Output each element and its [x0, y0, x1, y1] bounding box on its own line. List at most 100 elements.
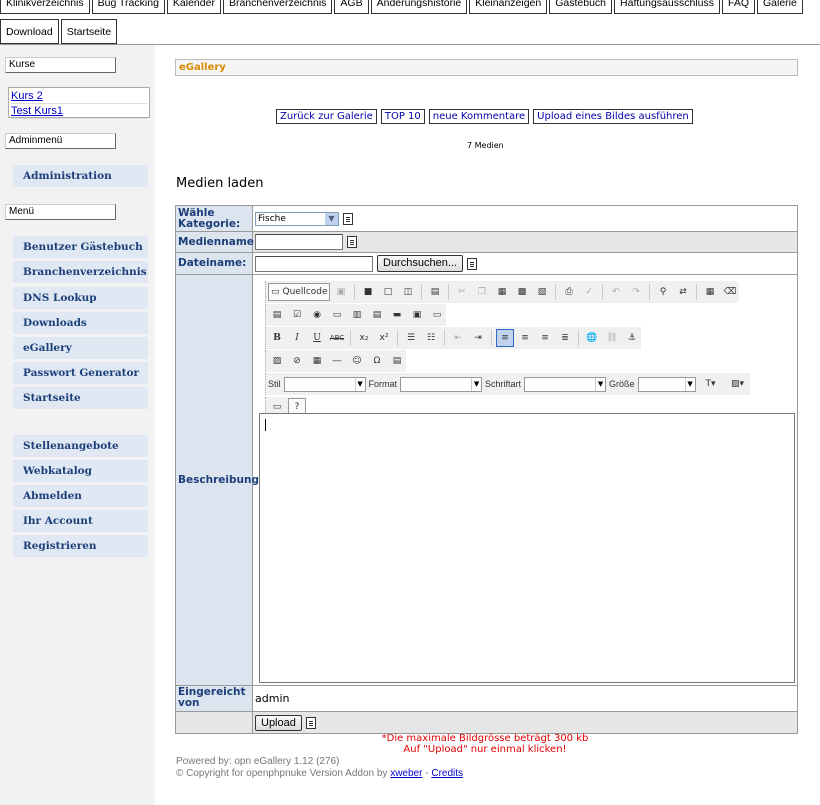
form-icon[interactable]: ▤ — [268, 306, 286, 324]
outdent-icon[interactable]: ⇤ — [449, 329, 467, 347]
italic-icon[interactable]: I — [288, 329, 306, 347]
templates-icon[interactable]: ▤ — [426, 283, 444, 301]
page-break-icon[interactable]: ▤ — [388, 352, 406, 370]
sidebar-item-benutzer-gaestebuch[interactable]: Benutzer Gästebuch — [13, 236, 148, 258]
button-field-icon[interactable]: ▬ — [388, 306, 406, 324]
style-select[interactable]: ▼ — [283, 376, 366, 392]
paste-icon[interactable]: ▦ — [493, 283, 511, 301]
print-icon[interactable]: ⎙ — [560, 283, 578, 301]
indent-icon[interactable]: ⇥ — [469, 329, 487, 347]
sidebar-item-abmelden[interactable]: Abmelden — [13, 485, 148, 507]
hidden-field-icon[interactable]: ▭ — [428, 306, 446, 324]
text-color-icon[interactable]: T▾ — [699, 375, 723, 393]
help-document-icon[interactable] — [347, 236, 357, 248]
tab-agb[interactable]: AGB — [334, 0, 369, 14]
link-icon[interactable]: 🌐 — [583, 329, 601, 347]
tab-startseite[interactable]: Startseite — [60, 19, 118, 44]
cut-icon[interactable]: ✂ — [453, 283, 471, 301]
tab-aenderungshistorie[interactable]: Änderungshistorie — [370, 0, 468, 14]
strikethrough-icon[interactable]: ABC — [328, 329, 346, 347]
sidebar-item-administration[interactable]: Administration — [13, 165, 148, 187]
tab-kalender[interactable]: Kalender — [166, 0, 221, 14]
tab-kleinanzeigen[interactable]: Kleinanzeigen — [469, 0, 548, 14]
select-all-icon[interactable]: ▦ — [701, 283, 719, 301]
horizontal-rule-icon[interactable]: ― — [328, 352, 346, 370]
redo-icon[interactable]: ↷ — [627, 283, 645, 301]
kurs-link[interactable]: Test Kurs1 — [11, 104, 147, 119]
align-justify-icon[interactable]: ≣ — [556, 329, 574, 347]
sidebar-item-downloads[interactable]: Downloads — [13, 312, 148, 334]
align-right-icon[interactable]: ≡ — [536, 329, 554, 347]
new-comments-button[interactable]: neue Kommentare — [428, 109, 530, 124]
table-icon[interactable]: ▦ — [308, 352, 326, 370]
subscript-icon[interactable]: x₂ — [355, 329, 373, 347]
flash-icon[interactable]: ⊘ — [288, 352, 306, 370]
paste-word-icon[interactable]: ▧ — [533, 283, 551, 301]
align-left-icon[interactable]: ≡ — [496, 329, 514, 347]
tab-bug-tracking[interactable]: Bug Tracking — [91, 0, 165, 14]
radio-icon[interactable]: ◉ — [308, 306, 326, 324]
checkbox-icon[interactable]: ☑ — [288, 306, 306, 324]
underline-icon[interactable]: U — [308, 329, 326, 347]
replace-icon[interactable]: ⇄ — [674, 283, 692, 301]
align-center-icon[interactable]: ≡ — [516, 329, 534, 347]
editor-content-area[interactable] — [259, 413, 795, 683]
tab-download[interactable]: Download — [0, 19, 59, 44]
upload-image-button[interactable]: Upload eines Bildes ausführen — [533, 109, 693, 124]
bold-icon[interactable]: B — [268, 329, 286, 347]
font-select[interactable]: ▼ — [524, 376, 607, 392]
size-select[interactable]: ▼ — [637, 376, 696, 392]
superscript-icon[interactable]: x² — [375, 329, 393, 347]
sidebar-item-startseite[interactable]: Startseite — [13, 387, 148, 409]
kurse-toggle-button[interactable]: Kurse — [5, 57, 116, 73]
sidebar-item-stellenangebote[interactable]: Stellenangebote — [13, 435, 148, 457]
upload-button[interactable]: Upload — [255, 714, 302, 731]
tab-branchenverzeichnis[interactable]: Branchenverzeichnis — [222, 0, 333, 14]
tab-galerie[interactable]: Galerie — [757, 0, 803, 14]
find-icon[interactable]: ⚲ — [654, 283, 672, 301]
filename-input[interactable] — [255, 255, 373, 272]
smiley-icon[interactable]: ☺ — [348, 352, 366, 370]
textfield-icon[interactable]: ▭ — [328, 306, 346, 324]
tab-haftungsausschluss[interactable]: Haftungsausschluss — [614, 0, 720, 14]
back-to-gallery-button[interactable]: Zurück zur Galerie — [276, 109, 377, 124]
tab-gaestebuch[interactable]: Gästebuch — [549, 0, 613, 14]
top10-button[interactable]: TOP 10 — [380, 109, 425, 124]
sidebar-item-registrieren[interactable]: Registrieren — [13, 535, 148, 557]
sidebar-item-ihr-account[interactable]: Ihr Account — [13, 510, 148, 532]
new-page-icon[interactable]: □ — [379, 283, 397, 301]
kurs-link[interactable]: Kurs 2 — [11, 89, 147, 104]
tab-klinikverzeichnis[interactable]: Klinikverzeichnis — [0, 0, 90, 14]
credits-link[interactable]: Credits — [431, 768, 463, 779]
anchor-icon[interactable]: ⚓ — [623, 329, 641, 347]
bullet-list-icon[interactable]: ☷ — [422, 329, 440, 347]
save-icon[interactable]: ■ — [359, 283, 377, 301]
undo-icon[interactable]: ↶ — [607, 283, 625, 301]
preview-icon[interactable]: ◫ — [399, 283, 417, 301]
sidebar-item-egallery[interactable]: eGallery — [13, 337, 148, 359]
browse-button[interactable]: Durchsuchen... — [377, 255, 463, 272]
unlink-icon[interactable]: ⛓ — [603, 329, 621, 347]
menu-toggle-button[interactable]: Menü — [5, 204, 116, 220]
sidebar-item-passwort-generator[interactable]: Passwort Generator — [13, 362, 148, 384]
spellcheck-icon[interactable]: ✓ — [580, 283, 598, 301]
category-select[interactable]: Fische ▼ — [255, 211, 339, 226]
tab-faq[interactable]: FAQ — [721, 0, 755, 14]
paste-text-icon[interactable]: ▩ — [513, 283, 531, 301]
save-document-icon[interactable]: ▣ — [332, 283, 350, 301]
special-char-icon[interactable]: Ω — [368, 352, 386, 370]
numbered-list-icon[interactable]: ☰ — [402, 329, 420, 347]
remove-format-icon[interactable]: ⌫ — [721, 283, 739, 301]
image-icon[interactable]: ▨ — [268, 352, 286, 370]
author-link[interactable]: xweber — [390, 768, 422, 779]
help-document-icon[interactable] — [305, 716, 316, 729]
sidebar-item-branchenverzeichnis[interactable]: Branchenverzeichnis — [13, 261, 148, 283]
format-select[interactable]: ▼ — [400, 376, 483, 392]
select-field-icon[interactable]: ▤ — [368, 306, 386, 324]
help-document-icon[interactable] — [343, 212, 353, 225]
source-code-button[interactable]: ▭ Quellcode — [268, 283, 330, 301]
copy-icon[interactable]: ❐ — [473, 283, 491, 301]
adminmenu-toggle-button[interactable]: Adminmenü — [5, 133, 116, 149]
image-button-icon[interactable]: ▣ — [408, 306, 426, 324]
background-color-icon[interactable]: ▨▾ — [726, 375, 750, 393]
